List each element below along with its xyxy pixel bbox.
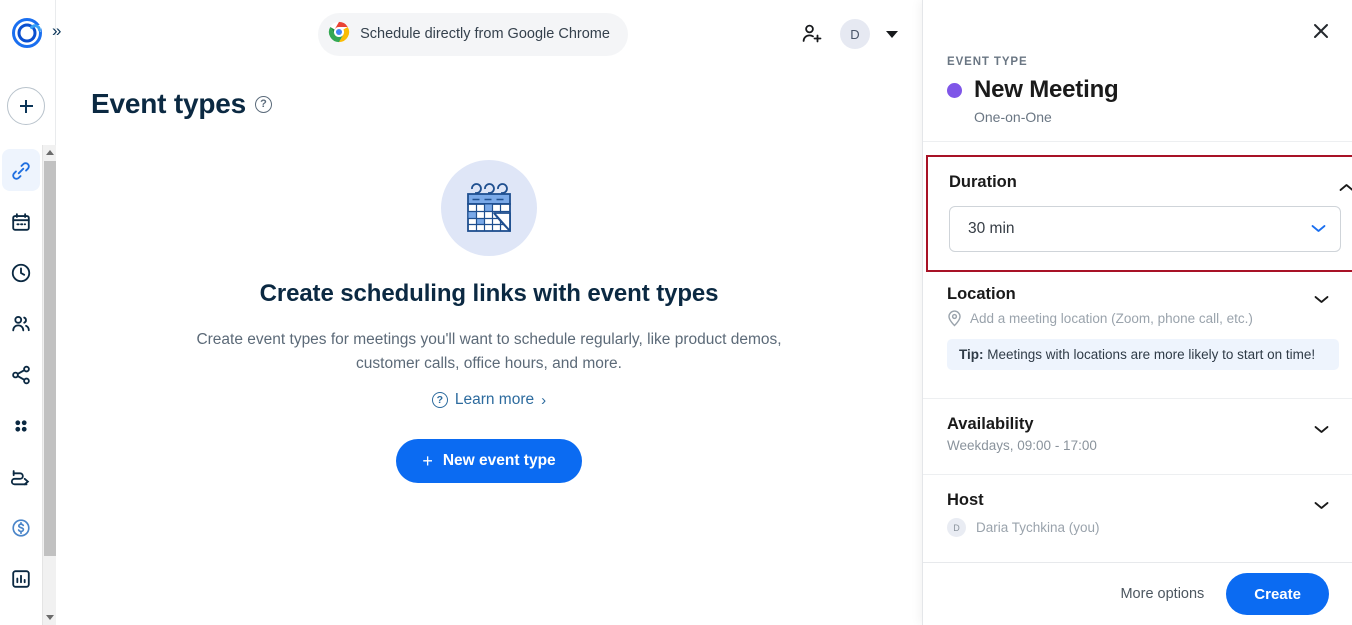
learn-more-link[interactable]: ? Learn more › — [431, 391, 547, 409]
empty-state-heading: Create scheduling links with event types — [259, 280, 719, 307]
sidebar-item-availability[interactable] — [0, 247, 42, 298]
more-options-button[interactable]: More options — [1120, 586, 1204, 602]
event-type-title-row: New Meeting — [947, 76, 1329, 104]
sidebar-nav-list — [0, 145, 42, 625]
chevron-down-icon[interactable] — [1314, 421, 1329, 433]
host-avatar: D — [947, 518, 966, 537]
create-button[interactable] — [7, 87, 45, 125]
chevron-right-icon: › — [541, 391, 547, 409]
apps-grid-icon — [10, 415, 32, 437]
create-button[interactable]: Create — [1226, 573, 1329, 615]
sidebar-item-analytics[interactable] — [0, 553, 42, 604]
page-title: Event types — [91, 88, 246, 119]
chrome-banner-label: Schedule directly from Google Chrome — [360, 26, 610, 42]
duration-select[interactable]: 30 min — [949, 206, 1341, 252]
duration-section-header[interactable]: Duration — [949, 173, 1352, 192]
panel-header: EVENT TYPE New Meeting One-on-One — [923, 56, 1352, 142]
help-icon: ? — [431, 392, 448, 409]
top-bar-actions: D — [800, 0, 898, 68]
sidebar-scrollbar[interactable] — [42, 145, 56, 625]
event-type-panel: EVENT TYPE New Meeting One-on-One Durati… — [922, 0, 1352, 625]
panel-footer: More options Create — [923, 562, 1352, 625]
caret-down-icon[interactable] — [886, 30, 898, 38]
chevron-down-icon[interactable] — [1314, 497, 1329, 509]
chart-icon — [10, 568, 32, 590]
share-icon — [10, 364, 32, 386]
empty-state-description: Create event types for meetings you'll w… — [196, 331, 782, 372]
tip-text: Meetings with locations are more likely … — [983, 347, 1316, 362]
chevron-down-icon[interactable] — [1314, 291, 1329, 303]
sidebar-item-integrations[interactable] — [0, 400, 42, 451]
host-section: Host D Daria Tychkina (you) — [923, 474, 1352, 537]
duration-selected-value: 30 min — [968, 220, 1015, 237]
workflows-icon — [10, 466, 32, 488]
scroll-down-button[interactable] — [43, 610, 57, 625]
expand-sidebar-button[interactable]: » — [52, 22, 62, 39]
close-icon[interactable] — [1308, 18, 1334, 44]
page-header: Event types ? — [91, 88, 272, 120]
duration-title: Duration — [949, 173, 1017, 191]
people-icon — [10, 313, 32, 335]
availability-section: Availability Weekdays, 09:00 - 17:00 — [923, 398, 1352, 453]
location-placeholder: Add a meeting location (Zoom, phone call… — [970, 311, 1253, 326]
main-content: Event types ? Create scheduling links wi… — [56, 68, 922, 625]
sidebar-item-meeting-polls[interactable] — [0, 298, 42, 349]
empty-state: Create scheduling links with event types… — [56, 160, 922, 484]
learn-more-label: Learn more — [454, 391, 535, 409]
clock-icon — [10, 262, 32, 284]
calendar-illustration-icon — [441, 160, 537, 256]
location-section: Location Add a meeting location (Zoom, p… — [923, 285, 1352, 370]
availability-section-header[interactable]: Availability — [947, 415, 1329, 434]
location-section-header[interactable]: Location — [947, 285, 1329, 304]
event-color-dot — [947, 82, 962, 98]
sidebar-item-payments[interactable] — [0, 502, 42, 553]
calendly-logo-icon[interactable] — [12, 18, 42, 48]
add-user-icon[interactable] — [800, 22, 824, 46]
chrome-extension-banner[interactable]: Schedule directly from Google Chrome — [318, 12, 628, 56]
tip-label: Tip: — [959, 347, 984, 362]
chevron-up-icon[interactable] — [1339, 179, 1352, 191]
host-section-header[interactable]: Host — [947, 491, 1329, 510]
availability-value: Weekdays, 09:00 - 17:00 — [947, 438, 1097, 453]
host-row: D Daria Tychkina (you) — [947, 518, 1329, 537]
google-chrome-icon — [328, 21, 350, 48]
avatar[interactable]: D — [840, 19, 870, 49]
map-pin-icon — [947, 310, 962, 327]
sidebar-item-routing[interactable] — [0, 349, 42, 400]
scrollbar-thumb[interactable] — [44, 161, 56, 556]
sidebar-item-scheduled-events[interactable] — [0, 196, 42, 247]
sidebar-item-event-types[interactable] — [0, 145, 42, 196]
duration-section-highlight: Duration 30 min — [926, 155, 1352, 272]
availability-title: Availability — [947, 415, 1034, 433]
new-event-type-button[interactable]: + New event type — [396, 439, 582, 484]
location-title: Location — [947, 285, 1016, 303]
calendar-icon — [10, 211, 32, 233]
host-name: Daria Tychkina (you) — [976, 520, 1100, 535]
scroll-up-button[interactable] — [43, 145, 57, 160]
host-title: Host — [947, 491, 984, 509]
top-bar: Schedule directly from Google Chrome D — [56, 0, 922, 68]
help-icon[interactable]: ? — [254, 95, 272, 113]
event-type-subtitle: One-on-One — [974, 109, 1052, 125]
link-icon — [10, 160, 32, 182]
location-tip: Tip: Meetings with locations are more li… — [947, 339, 1339, 370]
panel-kicker: EVENT TYPE — [947, 56, 1028, 68]
plus-icon: + — [422, 451, 433, 472]
dollar-icon — [10, 517, 32, 539]
sidebar-item-workflows[interactable] — [0, 451, 42, 502]
chevron-down-icon — [1311, 220, 1326, 238]
left-sidebar: » — [0, 0, 62, 625]
new-event-type-label: New event type — [442, 452, 556, 470]
location-placeholder-row[interactable]: Add a meeting location (Zoom, phone call… — [947, 310, 1329, 327]
event-type-title: New Meeting — [974, 76, 1119, 103]
calendly-app: » Schedule directly from Google Chrome D… — [0, 0, 1352, 625]
